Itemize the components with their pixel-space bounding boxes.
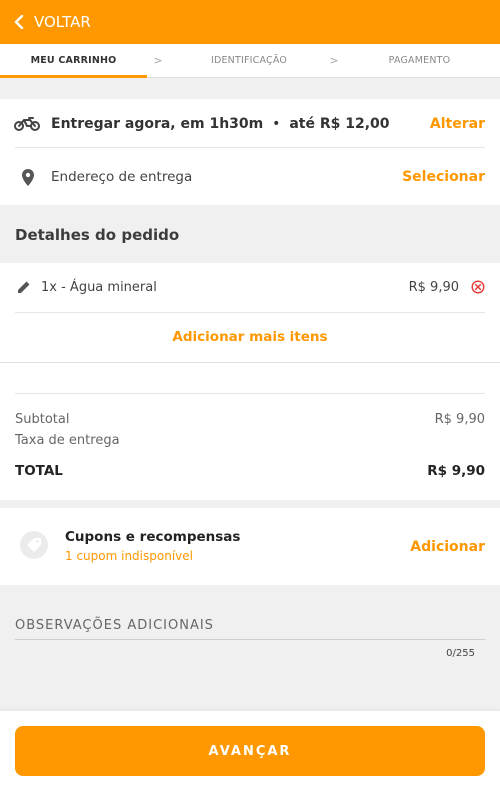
- divider: [15, 393, 485, 394]
- address-row: Endereço de entrega Selecionar: [0, 167, 500, 187]
- chevron-left-icon: [14, 15, 24, 29]
- add-coupon-button[interactable]: Adicionar: [410, 539, 485, 555]
- delivery-fee-label: Taxa de entrega: [15, 433, 120, 448]
- step-label: IDENTIFICAÇÃO: [210, 55, 288, 66]
- subtotal-row: Subtotal R$ 9,90: [15, 412, 485, 427]
- pencil-icon[interactable]: [17, 280, 31, 294]
- notes-input-line[interactable]: [15, 639, 485, 640]
- divider: [15, 312, 485, 313]
- footer: AVANÇAR: [0, 711, 500, 791]
- totals-section: Subtotal R$ 9,90 Taxa de entrega TOTAL R…: [0, 363, 500, 500]
- location-pin-icon: [22, 168, 34, 186]
- divider: [15, 147, 485, 148]
- delivery-time-row: Entregar agora, em 1h30m • até R$ 12,00 …: [0, 114, 500, 134]
- step-label: MEU CARRINHO: [30, 55, 117, 66]
- list-item: 1x - Água mineral R$ 9,90: [0, 277, 500, 297]
- top-bar: VOLTAR: [0, 0, 500, 44]
- active-step-indicator: [0, 75, 147, 78]
- step-label: PAGAMENTO: [388, 55, 451, 66]
- delivery-time-text: Entregar agora, em 1h30m • até R$ 12,00: [51, 116, 390, 132]
- item-name: 1x - Água mineral: [41, 279, 157, 295]
- item-price: R$ 9,90: [408, 279, 459, 295]
- total-value: R$ 9,90: [427, 463, 485, 479]
- total-row: TOTAL R$ 9,90: [15, 463, 485, 479]
- motorcycle-icon: [14, 116, 40, 132]
- coupons-section: Cupons e recompensas 1 cupom indisponíve…: [0, 508, 500, 585]
- delivery-fee-row: Taxa de entrega: [15, 433, 485, 448]
- subtotal-label: Subtotal: [15, 412, 70, 427]
- address-label: Endereço de entrega: [51, 169, 193, 185]
- order-section: 1x - Água mineral R$ 9,90 Adicionar mais…: [0, 263, 500, 363]
- total-label: TOTAL: [15, 463, 63, 479]
- change-delivery-button[interactable]: Alterar: [430, 116, 485, 132]
- step-meu-carrinho[interactable]: MEU CARRINHO: [0, 44, 147, 78]
- delivery-time-label: Entregar agora, em 1h30m: [51, 116, 264, 132]
- notes-char-count: 0/255: [446, 648, 475, 659]
- step-identificacao[interactable]: IDENTIFICAÇÃO: [169, 44, 329, 77]
- subtotal-value: R$ 9,90: [434, 412, 485, 427]
- order-details-title: Detalhes do pedido: [15, 226, 180, 244]
- back-label: VOLTAR: [34, 13, 91, 31]
- checkout-steps: MEU CARRINHO > IDENTIFICAÇÃO > PAGAMENTO: [0, 44, 500, 78]
- step-separator-icon: >: [153, 54, 163, 67]
- coupon-tag-icon: [20, 531, 48, 559]
- delivery-section: Entregar agora, em 1h30m • até R$ 12,00 …: [0, 99, 500, 205]
- step-pagamento[interactable]: PAGAMENTO: [339, 44, 500, 77]
- coupons-subtitle[interactable]: 1 cupom indisponível: [65, 549, 193, 563]
- back-button[interactable]: VOLTAR: [14, 13, 91, 31]
- notes-label[interactable]: OBSERVAÇÕES ADICIONAIS: [15, 618, 214, 633]
- step-separator-icon: >: [329, 54, 339, 67]
- remove-item-icon[interactable]: [471, 280, 485, 294]
- next-button[interactable]: AVANÇAR: [15, 726, 485, 776]
- delivery-fee-label: até R$ 12,00: [289, 116, 390, 132]
- coupons-title: Cupons e recompensas: [65, 529, 241, 545]
- select-address-button[interactable]: Selecionar: [402, 169, 485, 185]
- add-more-items-button[interactable]: Adicionar mais itens: [0, 329, 500, 345]
